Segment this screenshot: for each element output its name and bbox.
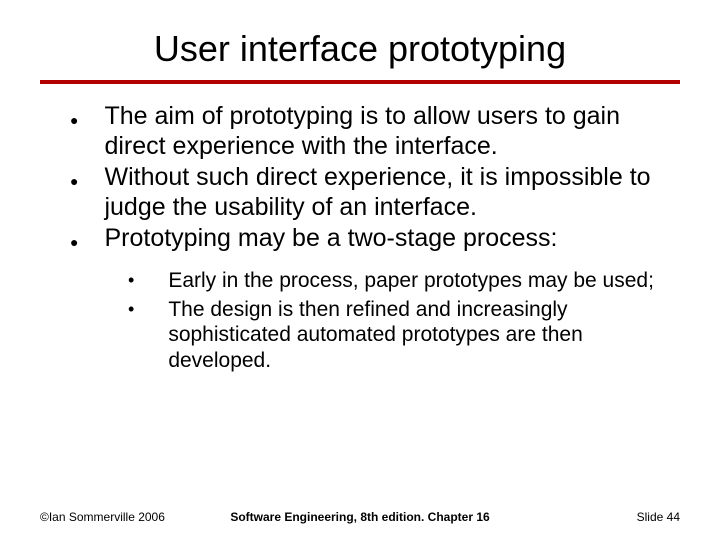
sub-bullet-list: • Early in the process, paper prototypes… <box>128 268 670 373</box>
slide-title: User interface prototyping <box>40 28 680 70</box>
slide: User interface prototyping ● The aim of … <box>0 0 720 540</box>
footer-left: ©Ian Sommerville 2006 <box>40 510 165 524</box>
list-item: • The design is then refined and increas… <box>128 297 670 373</box>
footer-center: Software Engineering, 8th edition. Chapt… <box>230 510 489 524</box>
footer-right: Slide 44 <box>637 510 680 524</box>
bullet-text: Without such direct experience, it is im… <box>104 163 670 222</box>
sub-bullet-icon: • <box>128 268 134 292</box>
list-item: ● Prototyping may be a two-stage process… <box>70 224 670 256</box>
main-bullet-list: ● The aim of prototyping is to allow use… <box>70 102 670 256</box>
title-divider <box>40 80 680 84</box>
bullet-icon: ● <box>70 167 78 195</box>
list-item: ● Without such direct experience, it is … <box>70 163 670 222</box>
list-item: ● The aim of prototyping is to allow use… <box>70 102 670 161</box>
sub-bullet-text: Early in the process, paper prototypes m… <box>168 268 654 293</box>
bullet-text: Prototyping may be a two-stage process: <box>104 224 557 254</box>
bullet-icon: ● <box>70 106 78 134</box>
bullet-text: The aim of prototyping is to allow users… <box>104 102 670 161</box>
content-area: ● The aim of prototyping is to allow use… <box>40 102 680 373</box>
bullet-icon: ● <box>70 228 78 256</box>
sub-bullet-icon: • <box>128 297 134 321</box>
footer: ©Ian Sommerville 2006 Software Engineeri… <box>0 510 720 524</box>
list-item: • Early in the process, paper prototypes… <box>128 268 670 293</box>
sub-bullet-text: The design is then refined and increasin… <box>168 297 670 373</box>
